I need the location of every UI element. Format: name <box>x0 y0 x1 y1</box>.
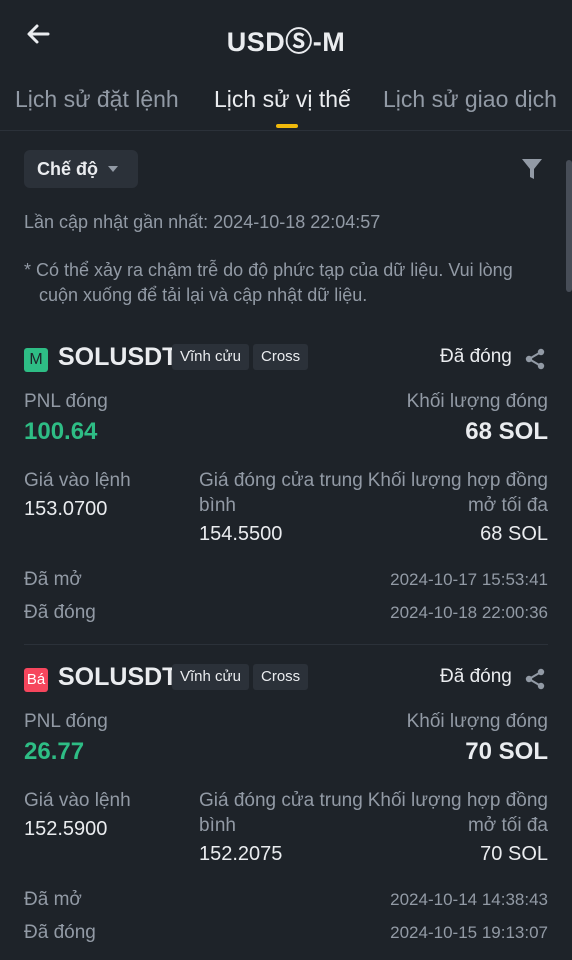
tab-position-history[interactable]: Lịch sử vị thế <box>214 86 351 113</box>
pnl-value: 26.77 <box>24 738 85 765</box>
margin-mode-tag: Cross <box>253 664 309 690</box>
closed-time: 2024-10-18 22:00:36 <box>390 603 548 622</box>
side-badge: Bá <box>24 668 48 692</box>
avg-close-value: 152.2075 <box>199 843 283 865</box>
close-volume-label: Khối lượng đóng <box>406 391 548 412</box>
avg-close-label-1: Giá đóng cửa trung <box>199 790 363 811</box>
position-status: Đã đóng <box>440 346 512 367</box>
active-tab-indicator <box>276 124 298 128</box>
avg-close-label-2: bình <box>199 495 236 516</box>
delay-note: * Có thể xảy ra chậm trễ do độ phức tạp … <box>24 258 554 308</box>
position-symbol: SOLUSDT <box>58 343 178 371</box>
avg-close-label-1: Giá đóng cửa trung <box>199 470 363 491</box>
entry-price-value: 152.5900 <box>24 818 108 840</box>
close-volume-value: 68 SOL <box>465 418 548 445</box>
last-updated-text: Lần cập nhật gần nhất: 2024-10-18 22:04:… <box>24 212 381 232</box>
header-divider <box>0 130 572 131</box>
pnl-value: 100.64 <box>24 418 98 445</box>
scrollbar[interactable] <box>566 160 572 292</box>
max-oi-value: 68 SOL <box>480 523 548 545</box>
close-volume-value: 70 SOL <box>465 738 548 765</box>
position-symbol: SOLUSDT <box>58 663 178 691</box>
opened-time: 2024-10-17 15:53:41 <box>390 570 548 589</box>
mode-label: Chế độ <box>37 159 98 179</box>
position-card[interactable]: M SOLUSDT Vĩnh cửu Cross Đã đóng PNL đón… <box>0 342 572 662</box>
mode-dropdown[interactable]: Chế độ <box>24 150 138 188</box>
closed-time: 2024-10-15 19:13:07 <box>390 923 548 942</box>
position-status: Đã đóng <box>440 666 512 687</box>
opened-time: 2024-10-14 14:38:43 <box>390 890 548 909</box>
max-oi-label-2: mở tối đa <box>467 495 548 516</box>
margin-mode-tag: Cross <box>253 344 309 370</box>
caret-down-icon <box>108 166 118 172</box>
side-badge: M <box>24 348 48 372</box>
max-oi-value: 70 SOL <box>480 843 548 865</box>
share-icon[interactable] <box>524 668 546 690</box>
close-volume-label: Khối lượng đóng <box>406 711 548 732</box>
share-icon[interactable] <box>524 348 546 370</box>
closed-label: Đã đóng <box>24 922 96 943</box>
avg-close-value: 154.5500 <box>199 523 283 545</box>
app-header: USDⓈ-M <box>0 0 572 72</box>
opened-label: Đã mở <box>24 889 82 910</box>
tab-order-history[interactable]: Lịch sử đặt lệnh <box>15 86 179 113</box>
pnl-label: PNL đóng <box>24 711 108 732</box>
card-divider <box>24 644 548 645</box>
note-line-1: * Có thể xảy ra chậm trễ do độ phức tạp … <box>24 260 513 280</box>
page-title: USDⓈ-M <box>226 27 346 57</box>
max-oi-label-2: mở tối đa <box>467 815 548 836</box>
contract-type-tag: Vĩnh cửu <box>172 664 249 690</box>
max-oi-label-1: Khối lượng hợp đồng <box>367 790 548 811</box>
max-oi-label-1: Khối lượng hợp đồng <box>367 470 548 491</box>
entry-price-label: Giá vào lệnh <box>24 790 131 811</box>
opened-label: Đã mở <box>24 569 82 590</box>
position-card[interactable]: Bá SOLUSDT Vĩnh cửu Cross Đã đóng PNL đó… <box>0 662 572 960</box>
closed-label: Đã đóng <box>24 602 96 623</box>
tab-trade-history[interactable]: Lịch sử giao dịch <box>383 86 557 113</box>
contract-type-tag: Vĩnh cửu <box>172 344 249 370</box>
note-line-2: cuộn xuống để tải lại và cập nhật dữ liệ… <box>39 285 368 305</box>
pnl-label: PNL đóng <box>24 391 108 412</box>
entry-price-label: Giá vào lệnh <box>24 470 131 491</box>
funnel-icon[interactable] <box>520 156 544 182</box>
entry-price-value: 153.0700 <box>24 498 108 520</box>
avg-close-label-2: bình <box>199 815 236 836</box>
